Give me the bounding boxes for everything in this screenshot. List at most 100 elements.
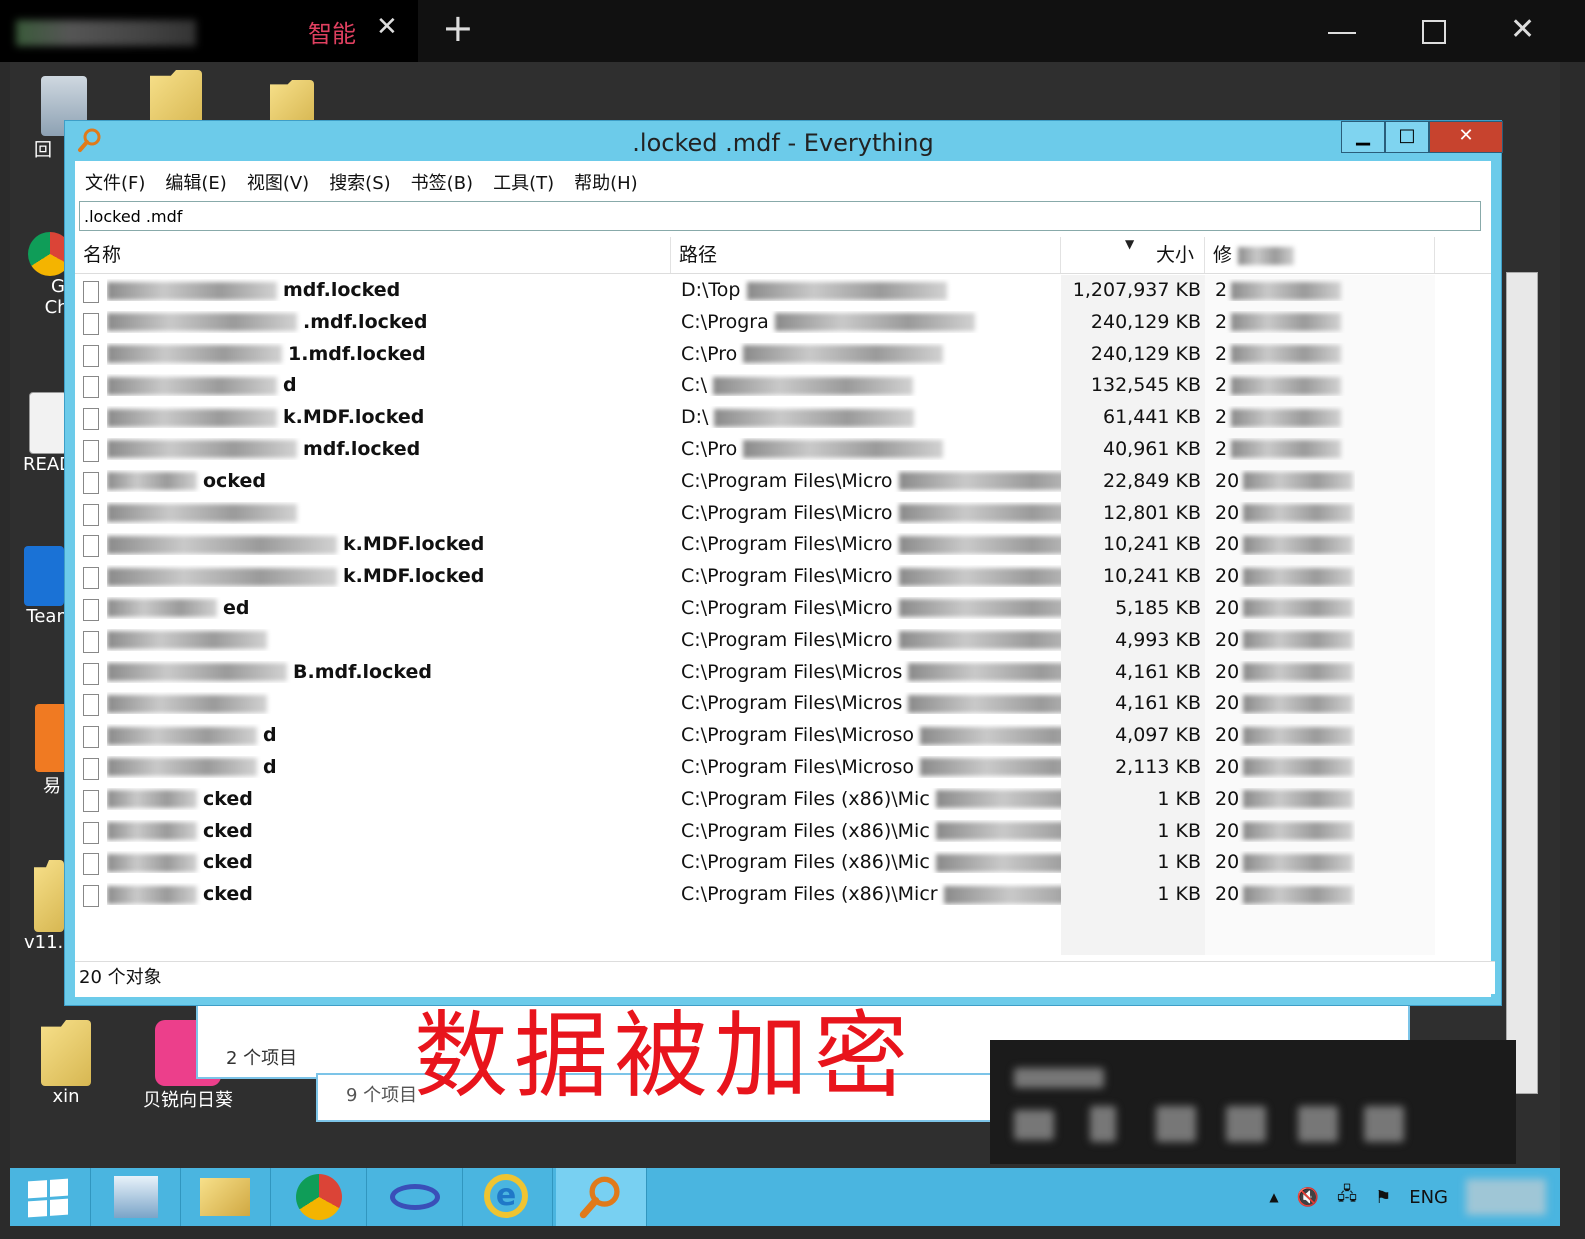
table-row[interactable]: ed C:\Program Files\Micro 5,185 KB 20	[75, 593, 1491, 625]
file-name-visible: .mdf.locked	[303, 310, 428, 333]
table-row[interactable]: d C:\Program Files\Microso 2,113 KB 20	[75, 752, 1491, 784]
table-row[interactable]: 1.mdf.locked C:\Pro 240,129 KB 2	[75, 339, 1491, 371]
blurred-text	[908, 694, 1061, 713]
table-row[interactable]: d C:\Program Files\Microso 4,097 KB 20	[75, 720, 1491, 752]
menu-view[interactable]: 视图(V)	[247, 169, 309, 195]
file-size: 1 KB	[1157, 851, 1201, 874]
file-name-visible: d	[283, 374, 297, 397]
file-icon	[83, 503, 99, 526]
file-icon	[83, 789, 99, 812]
minimize-icon[interactable]	[1328, 32, 1356, 34]
taskbar-app[interactable]	[366, 1168, 463, 1226]
file-path-visible: D:\	[681, 406, 709, 429]
desktop-icon-folder-2[interactable]	[270, 80, 314, 124]
teamviewer-icon	[24, 546, 64, 606]
table-row[interactable]: ocked C:\Program Files\Micro 22,849 KB 20	[75, 466, 1491, 498]
maximize-button[interactable]: □	[1385, 121, 1429, 153]
file-name: cked	[107, 788, 667, 810]
search-input[interactable]: .locked .mdf	[79, 201, 1481, 231]
close-icon[interactable]: ✕	[1510, 12, 1535, 47]
menu-help[interactable]: 帮助(H)	[574, 169, 638, 195]
file-name: k.MDF.locked	[107, 533, 667, 555]
file-name: cked	[107, 851, 667, 873]
table-row[interactable]: cked C:\Program Files (x86)\Mic 1 KB 20	[75, 847, 1491, 879]
remote-tab-title[interactable]: 智能	[308, 14, 356, 49]
taskbar-chrome[interactable]	[270, 1168, 367, 1226]
blurred-text	[774, 313, 975, 332]
file-size: 4,161 KB	[1115, 692, 1201, 715]
minimize-button[interactable]: ▁	[1341, 121, 1385, 153]
file-name: mdf.locked	[107, 438, 667, 460]
maximize-icon[interactable]	[1422, 20, 1446, 44]
table-row[interactable]: d C:\ 132,545 KB 2	[75, 370, 1491, 402]
file-date: 20	[1215, 883, 1355, 905]
taskbar-server-manager[interactable]	[90, 1168, 181, 1226]
blurred-text	[1231, 376, 1342, 395]
column-header-name[interactable]: 名称	[75, 237, 671, 273]
table-row[interactable]: k.MDF.locked D:\ 61,441 KB 2	[75, 402, 1491, 434]
table-row[interactable]: cked C:\Program Files (x86)\Micr 1 KB 20	[75, 879, 1491, 911]
blurred-text	[107, 376, 277, 395]
tab-close-icon[interactable]: ✕	[376, 12, 398, 42]
start-button[interactable]	[10, 1168, 91, 1226]
menu-file[interactable]: 文件(F)	[85, 169, 145, 195]
new-tab-icon[interactable]: +	[442, 6, 474, 50]
file-path: C:\Program Files\Micros	[681, 692, 1061, 714]
file-date-visible: 20	[1215, 851, 1240, 874]
file-icon	[83, 757, 99, 780]
file-icon	[83, 471, 99, 494]
file-path: C:\Program Files\Micro	[681, 597, 1061, 619]
blurred-text	[107, 408, 277, 427]
file-icon	[83, 376, 99, 399]
file-date: 2	[1215, 279, 1355, 301]
blurred-icon	[1014, 1110, 1054, 1140]
column-header-date[interactable]: 修	[1205, 237, 1435, 273]
file-icon	[83, 439, 99, 462]
tray-overflow-icon[interactable]: ▲	[1269, 1190, 1278, 1204]
desktop-icon-folder-xin[interactable]: xin	[36, 1020, 96, 1107]
window-controls: ▁ □ ✕	[1341, 121, 1503, 153]
file-date: 2	[1215, 311, 1355, 333]
file-path-visible: C:\Program Files (x86)\Mic	[681, 819, 930, 842]
language-indicator[interactable]: ENG	[1409, 1187, 1448, 1208]
table-row[interactable]: C:\Program Files\Micro 12,801 KB 20	[75, 498, 1491, 530]
clock[interactable]	[1466, 1179, 1546, 1215]
speaker-muted-icon[interactable]: 🔇	[1297, 1187, 1319, 1208]
desktop-icon-label: 贝锐向日葵	[143, 1090, 233, 1111]
file-date-visible: 20	[1215, 660, 1240, 683]
table-row[interactable]: k.MDF.locked C:\Program Files\Micro 10,241…	[75, 561, 1491, 593]
close-button[interactable]: ✕	[1429, 121, 1503, 153]
remote-tab-blurred-label	[16, 20, 196, 46]
file-path: C:\Program Files\Micros	[681, 661, 1061, 683]
table-row[interactable]: C:\Program Files\Micro 4,993 KB 20	[75, 625, 1491, 657]
table-row[interactable]: C:\Program Files\Micros 4,161 KB 20	[75, 688, 1491, 720]
file-name-visible: cked	[203, 851, 253, 874]
taskbar-internet-explorer[interactable]: e	[462, 1168, 553, 1226]
file-name-visible: cked	[203, 787, 253, 810]
table-row[interactable]: .mdf.locked C:\Progra 240,129 KB 2	[75, 307, 1491, 339]
menu-tools[interactable]: 工具(T)	[493, 169, 554, 195]
file-name-visible: 1.mdf.locked	[288, 342, 426, 365]
table-row[interactable]: cked C:\Program Files (x86)\Mic 1 KB 20	[75, 816, 1491, 848]
table-row[interactable]: cked C:\Program Files (x86)\Mic 1 KB 20	[75, 784, 1491, 816]
table-row[interactable]: B.mdf.locked C:\Program Files\Micros 4,161…	[75, 657, 1491, 689]
taskbar-file-explorer[interactable]	[180, 1168, 271, 1226]
table-row[interactable]: mdf.locked D:\Top 1,207,937 KB 2	[75, 275, 1491, 307]
action-center-icon[interactable]: ⚑	[1375, 1187, 1391, 1208]
column-header-path[interactable]: 路径	[671, 237, 1061, 273]
blurred-text	[107, 440, 297, 459]
network-icon[interactable]: 🖧	[1337, 1182, 1357, 1212]
file-name-visible: cked	[203, 819, 253, 842]
table-row[interactable]: mdf.locked C:\Pro 40,961 KB 2	[75, 434, 1491, 466]
menu-search[interactable]: 搜索(S)	[329, 169, 390, 195]
taskbar-everything[interactable]	[556, 1168, 647, 1226]
file-size: 22,849 KB	[1102, 469, 1201, 492]
blurred-text	[898, 472, 1061, 491]
blurred-text	[1243, 504, 1354, 523]
file-name: cked	[107, 883, 667, 905]
menu-bookmarks[interactable]: 书签(B)	[411, 169, 473, 195]
menu-edit[interactable]: 编辑(E)	[165, 169, 226, 195]
blurred-text	[107, 853, 197, 872]
file-path: C:\Program Files\Microso	[681, 724, 1061, 746]
table-row[interactable]: k.MDF.locked C:\Program Files\Micro 10,241…	[75, 529, 1491, 561]
